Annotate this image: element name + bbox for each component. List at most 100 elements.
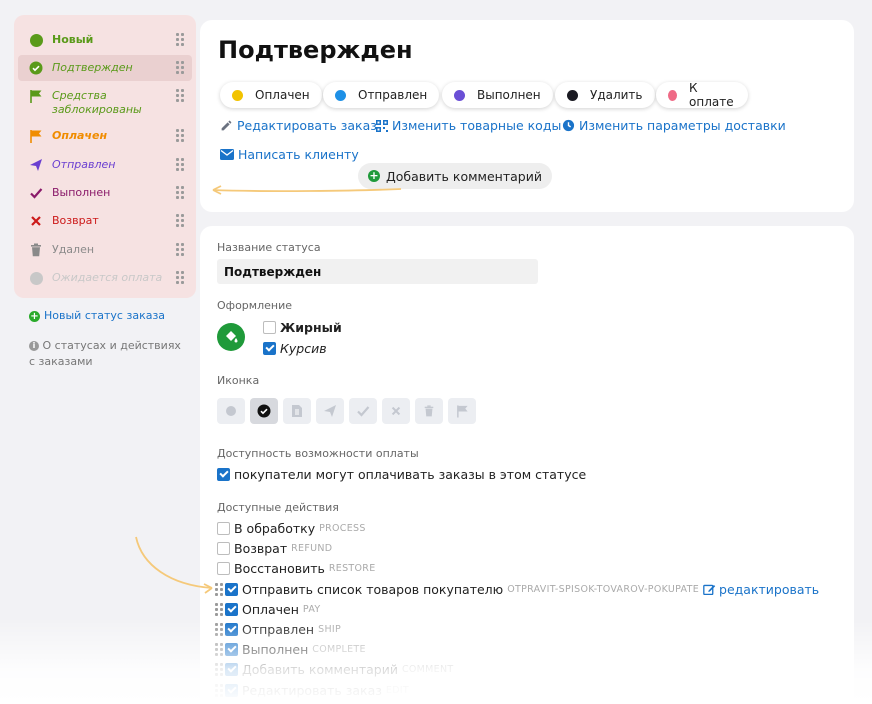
status-dot-icon xyxy=(668,89,677,101)
sidebar-status-label: Удален xyxy=(52,243,95,256)
action-item[interactable]: В обработку PROCESS xyxy=(217,521,366,536)
action-code: COMMENT xyxy=(401,664,454,676)
sidebar-status-item[interactable]: Выполнен xyxy=(18,183,192,203)
write-client-link[interactable]: Написать клиенту xyxy=(220,147,359,162)
drag-handle-icon[interactable] xyxy=(176,243,186,256)
sidebar-status-item[interactable]: Новый xyxy=(18,30,192,50)
text-color-button[interactable] xyxy=(217,323,245,351)
actions-label: Доступные действия xyxy=(217,501,339,514)
sidebar-status-label: Ожидается оплата xyxy=(52,271,163,284)
drag-handle-icon[interactable] xyxy=(176,186,186,199)
sidebar-status-item[interactable]: Подтвержден xyxy=(18,55,192,81)
flag-icon[interactable] xyxy=(448,398,476,424)
edit-action-link[interactable]: редактировать xyxy=(703,582,819,597)
sidebar-status-item[interactable]: Возврат xyxy=(18,211,192,231)
action-label: Редактировать заказ xyxy=(242,682,382,698)
action-checkbox[interactable] xyxy=(225,623,238,636)
sidebar-status-item[interactable]: Удален xyxy=(18,240,192,260)
drag-handle-icon[interactable] xyxy=(176,61,186,74)
sidebar-status-item[interactable]: Средства заблокированы xyxy=(18,86,192,120)
status-transition-chip[interactable]: К оплате xyxy=(656,81,748,109)
action-item[interactable]: Оплачен PAY xyxy=(215,602,321,617)
action-label: В обработку xyxy=(234,521,316,536)
new-status-link[interactable]: + Новый статус заказа xyxy=(29,308,165,324)
cross-icon[interactable] xyxy=(382,398,410,424)
action-item[interactable]: Восстановить RESTORE xyxy=(217,561,376,576)
italic-checkbox[interactable] xyxy=(263,342,276,355)
trash-icon xyxy=(29,243,43,257)
plus-circle-icon: + xyxy=(29,310,40,322)
status-dot-icon xyxy=(454,89,465,101)
send-icon[interactable] xyxy=(316,398,344,424)
check-icon[interactable] xyxy=(349,398,377,424)
action-checkbox[interactable] xyxy=(225,602,238,616)
drag-handle-icon[interactable] xyxy=(215,643,223,657)
drag-handle-icon[interactable] xyxy=(215,683,223,697)
document-icon[interactable] xyxy=(283,398,311,424)
action-checkbox[interactable] xyxy=(225,643,238,657)
drag-handle-icon[interactable] xyxy=(176,89,186,102)
drag-handle-icon[interactable] xyxy=(176,129,186,142)
status-name-input[interactable] xyxy=(217,259,538,284)
circle-icon[interactable] xyxy=(217,398,245,424)
action-checkbox[interactable] xyxy=(225,663,238,677)
status-sidebar: Новый Подтвержден Средства заблокированы Оп… xyxy=(14,15,196,298)
trash-icon[interactable] xyxy=(415,398,443,424)
action-item[interactable]: Отправить список товаров покупателю OTPRA… xyxy=(215,582,819,597)
status-info-link[interactable]: i О статусах и действиях с заказами xyxy=(29,338,189,370)
payment-checkbox[interactable] xyxy=(217,468,230,481)
status-dot-icon xyxy=(232,89,243,101)
action-checkbox[interactable] xyxy=(225,582,238,596)
drag-handle-icon[interactable] xyxy=(215,602,223,616)
drag-handle-icon[interactable] xyxy=(176,214,186,227)
action-item[interactable]: Возврат REFUND xyxy=(217,541,332,556)
action-code: COMPLETE xyxy=(312,644,366,656)
design-label: Оформление xyxy=(217,299,292,312)
action-label: Добавить комментарий xyxy=(242,662,398,678)
sidebar-status-label: Новый xyxy=(52,33,94,46)
status-transition-chip[interactable]: Оплачен xyxy=(220,82,322,108)
sidebar-status-item[interactable]: Оплачен xyxy=(18,126,192,146)
edit-order-link[interactable]: Редактировать заказ xyxy=(220,118,377,133)
status-transition-chip[interactable]: Отправлен xyxy=(323,82,440,108)
change-delivery-link[interactable]: Изменить параметры доставки xyxy=(562,118,786,133)
action-code: REFUND xyxy=(291,543,333,555)
action-item[interactable]: Редактировать заказ EDIT xyxy=(215,683,409,698)
status-transition-chip[interactable]: Удалить xyxy=(555,82,655,108)
pencil-icon xyxy=(221,120,232,131)
sidebar-status-label: Подтвержден xyxy=(52,61,133,74)
check-circle-icon[interactable] xyxy=(250,398,278,424)
drag-handle-icon[interactable] xyxy=(176,33,186,46)
action-code: PROCESS xyxy=(319,523,366,534)
drag-handle-icon[interactable] xyxy=(215,623,223,636)
drag-handle-icon[interactable] xyxy=(176,271,186,284)
action-checkbox[interactable] xyxy=(217,522,230,535)
action-code: OTPRAVIT-SPISOK-TOVAROV-POKUPATE xyxy=(507,583,700,595)
drag-handle-icon[interactable] xyxy=(176,158,186,171)
chip-label: Выполнен xyxy=(477,88,541,102)
sidebar-status-item[interactable]: Ожидается оплата xyxy=(18,268,192,288)
info-icon: i xyxy=(29,341,39,351)
envelope-icon xyxy=(220,149,234,160)
italic-option[interactable]: Курсив xyxy=(263,341,327,356)
send-icon xyxy=(29,158,43,172)
sidebar-status-item[interactable]: Отправлен xyxy=(18,155,192,175)
annotation-arrow xyxy=(135,536,213,594)
sidebar-status-label: Выполнен xyxy=(52,186,111,199)
action-code: EDIT xyxy=(385,684,410,696)
flag-icon xyxy=(29,89,43,103)
action-label: Отправлен xyxy=(242,622,315,637)
action-label: Возврат xyxy=(234,541,288,557)
action-checkbox[interactable] xyxy=(225,683,238,697)
payment-option[interactable]: покупатели могут оплачивать заказы в это… xyxy=(217,467,586,482)
bold-checkbox[interactable] xyxy=(263,321,276,334)
action-code: PAY xyxy=(302,603,321,615)
drag-handle-icon[interactable] xyxy=(215,663,223,677)
action-item[interactable]: Выполнен COMPLETE xyxy=(215,642,366,657)
change-codes-link[interactable]: Изменить товарные коды xyxy=(376,118,561,133)
action-label: Оплачен xyxy=(242,601,299,617)
status-transition-chip[interactable]: Выполнен xyxy=(442,82,553,108)
action-item[interactable]: Отправлен SHIP xyxy=(215,622,341,637)
bold-option[interactable]: Жирный xyxy=(263,320,342,335)
action-item[interactable]: Добавить комментарий COMMENT xyxy=(215,662,453,677)
